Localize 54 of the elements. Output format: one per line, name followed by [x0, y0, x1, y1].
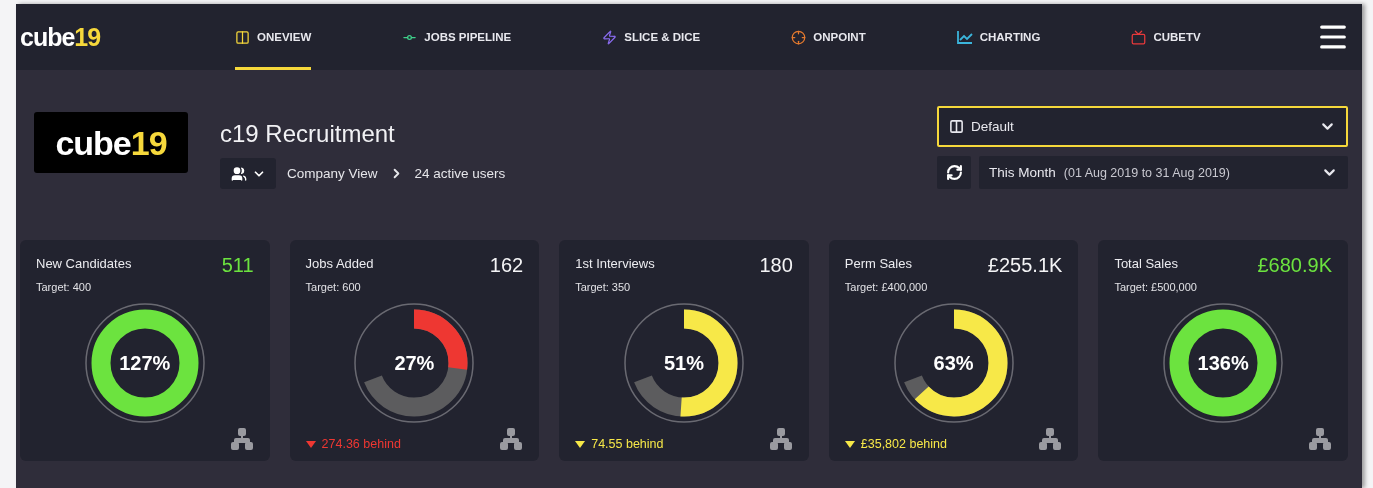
behind-text: 74.55 behind — [575, 437, 664, 451]
company-title: c19 Recruitment — [220, 120, 396, 148]
card-value: 180 — [759, 254, 793, 277]
gauge-percent: 63% — [933, 351, 974, 375]
card-title: 1st Interviews — [575, 256, 655, 271]
card-target: Target: £500,000 — [1114, 281, 1198, 293]
card-target: Target: £400,000 — [844, 281, 929, 293]
nav-tab[interactable]: SLICE & DICE — [602, 4, 701, 70]
active-users-text: 24 active users — [414, 166, 506, 181]
card-title: Jobs Added — [305, 256, 374, 271]
card-target: Target: 350 — [575, 281, 632, 293]
users-icon — [230, 165, 247, 182]
logo[interactable]: cube19 — [20, 24, 101, 50]
hierarchy-icon[interactable] — [229, 427, 254, 451]
nav-tab[interactable]: CUBETV — [1131, 4, 1201, 70]
behind-text: 274.36 behind — [305, 437, 401, 451]
gauge-percent: 51% — [663, 351, 704, 375]
card-value: £255.1K — [987, 254, 1063, 277]
nav-tab[interactable]: JOBS PIPELINE — [402, 4, 512, 70]
bolt-icon — [602, 29, 618, 45]
gauge-percent: 27% — [394, 351, 435, 375]
hierarchy-icon[interactable] — [1307, 427, 1332, 451]
down-triangle-icon — [575, 440, 586, 448]
hierarchy-icon[interactable] — [1038, 427, 1063, 451]
card-title: New Candidates — [36, 256, 132, 271]
refresh-icon — [945, 164, 963, 181]
refresh-button[interactable] — [937, 156, 971, 189]
company-logo: cube19 — [34, 112, 188, 173]
line-chart-icon — [956, 30, 973, 44]
behind-text: £35,802 behind — [844, 437, 947, 451]
down-triangle-icon — [305, 440, 316, 448]
users-dropdown[interactable] — [220, 158, 276, 189]
tv-icon — [1131, 29, 1147, 45]
columns-icon — [949, 119, 964, 134]
down-triangle-icon — [844, 440, 855, 448]
period-select[interactable]: This Month (01 Aug 2019 to 31 Aug 2019) — [979, 156, 1348, 189]
nav-tab[interactable]: ONEVIEW — [235, 4, 312, 70]
card-target: Target: 400 — [36, 281, 93, 293]
card-value: 511 — [221, 254, 254, 277]
card-target: Target: 600 — [305, 281, 362, 293]
nav-tab[interactable]: CHARTING — [956, 4, 1041, 70]
target-icon — [791, 29, 807, 45]
breadcrumb-link[interactable]: Company View — [287, 166, 378, 181]
layout-select[interactable]: Default — [937, 106, 1348, 147]
card-value: £680.9K — [1257, 254, 1332, 277]
gauge-percent: 127% — [119, 351, 171, 375]
gauge-percent: 136% — [1197, 351, 1249, 375]
hierarchy-icon[interactable] — [768, 427, 793, 451]
hierarchy-icon[interactable] — [499, 427, 524, 451]
card-title: Total Sales — [1114, 256, 1178, 271]
card-value: 162 — [489, 254, 524, 277]
columns-icon — [235, 29, 250, 45]
nav-tab[interactable]: ONPOINT — [791, 4, 866, 70]
card-title: Perm Sales — [844, 256, 912, 271]
